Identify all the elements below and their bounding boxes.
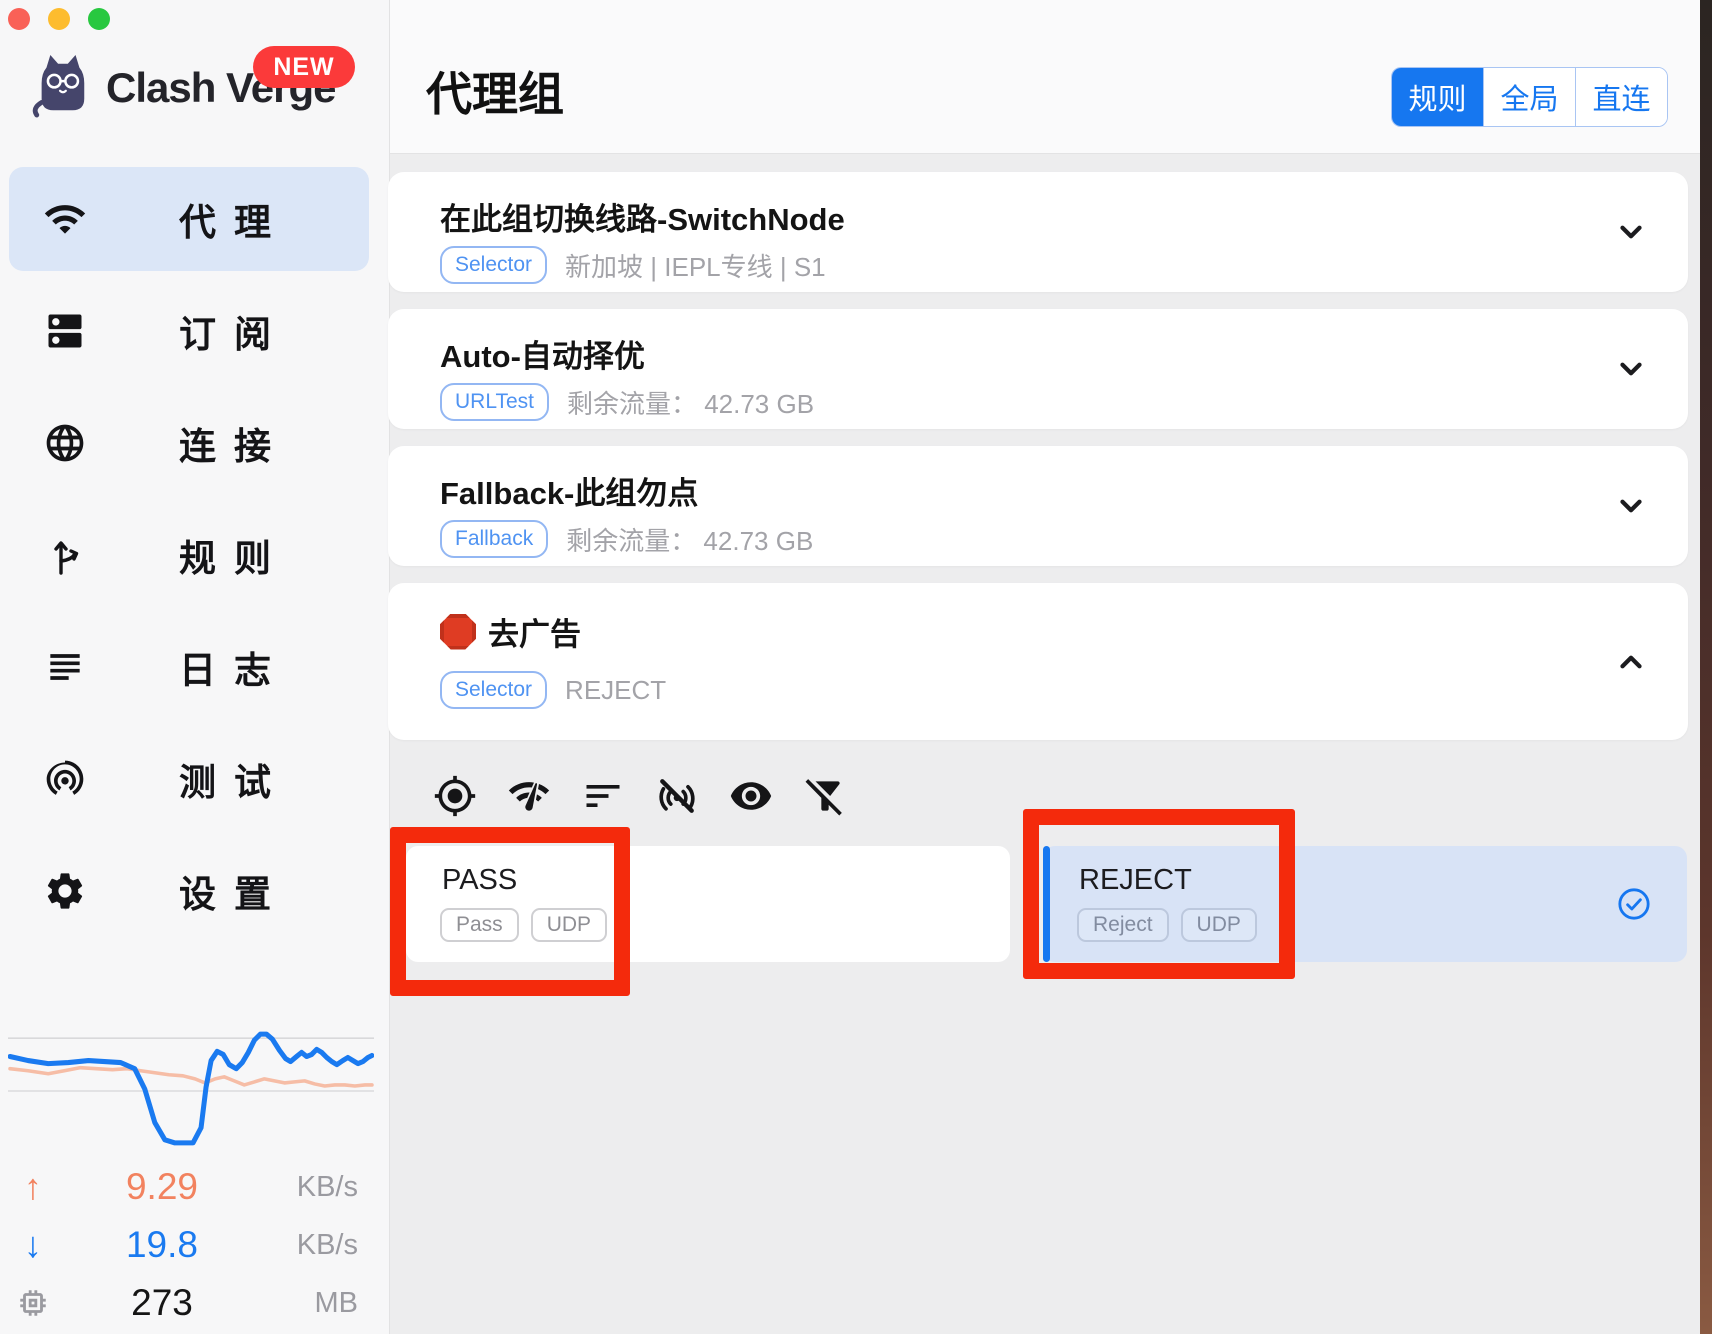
main-header: 代理组 规则 全局 直连 [390,0,1700,154]
minimize-window-button[interactable] [48,8,70,30]
sidebar-item-label: 日志 [179,640,289,694]
upload-unit: KB/s [272,1171,358,1204]
network-check-icon[interactable] [507,774,551,818]
group-type-badge: Selector [440,246,547,284]
group-title: 去广告 [440,609,581,654]
group-type-badge: Fallback [440,520,548,558]
group-current-node: REJECT [565,675,666,706]
clash-verge-window: Clash Verge NEW 代理 订阅 连接 [0,0,1712,1334]
proxy-group-card-expanded[interactable]: 去广告 Selector REJECT [388,583,1688,740]
traffic-graph [8,1026,374,1150]
sidebar-item-connections[interactable]: 连接 [9,391,369,495]
sidebar-item-settings[interactable]: 设置 [9,839,369,943]
sidebar-item-label: 测试 [179,752,289,806]
memory-stat-row[interactable]: 273 MB [0,1274,380,1332]
proxy-udp-chip: UDP [1181,908,1257,942]
tab-rule-mode[interactable]: 规则 [1392,68,1483,126]
download-arrow-icon: ↓ [14,1226,52,1264]
stop-sign-emoji [440,614,476,650]
check-circle-icon [1617,887,1651,921]
mode-tab-group: 规则 全局 直连 [1391,67,1668,127]
proxy-type-chip: Pass [440,908,519,942]
proxy-name: REJECT [1079,864,1192,897]
tab-global-mode[interactable]: 全局 [1483,68,1575,126]
proxy-group-card[interactable]: Auto-自动择优 URLTest 剩余流量： 42.73 GB [388,309,1688,429]
gear-icon [43,869,87,913]
sidebar-item-test[interactable]: 测试 [9,727,369,831]
group-current-node: 剩余流量： 42.73 GB [567,384,814,421]
proxy-group-card[interactable]: Fallback-此组勿点 Fallback 剩余流量： 42.73 GB [388,446,1688,566]
selected-accent-bar [1043,846,1050,962]
proxy-group-card[interactable]: 在此组切换线路-SwitchNode Selector 新加坡 | IEPL专线… [388,172,1688,292]
chevron-up-icon[interactable] [1614,645,1648,679]
download-value: 19.8 [52,1224,272,1266]
proxy-udp-chip: UDP [531,908,607,942]
group-current-node: 新加坡 | IEPL专线 | S1 [565,247,826,284]
zoom-window-button[interactable] [88,8,110,30]
sidebar-item-label: 代理 [179,192,289,246]
sort-icon[interactable] [581,774,625,818]
proxy-type-chip: Reject [1077,908,1169,942]
filter-off-icon[interactable] [803,774,847,818]
memory-chip-icon [14,1284,52,1322]
download-unit: KB/s [272,1229,358,1262]
sidebar-item-proxy[interactable]: 代理 [9,167,369,271]
proxy-chips: Reject UDP [1077,908,1257,942]
group-subtitle-row: Selector REJECT [440,671,666,709]
group-subtitle-row: Fallback 剩余流量： 42.73 GB [440,520,813,558]
locate-icon[interactable] [433,774,477,818]
globe-icon [43,421,87,465]
sidebar-item-rules[interactable]: 规则 [9,503,369,607]
sidebar-item-label: 订阅 [179,304,289,358]
group-toolbar [433,774,847,818]
proxy-chips: Pass UDP [440,908,607,942]
desktop-wallpaper-edge [1700,0,1712,1334]
group-subtitle-row: URLTest 剩余流量： 42.73 GB [440,383,814,421]
log-lines-icon [43,645,87,689]
group-title: Auto-自动择优 [440,331,645,376]
sidebar-item-label: 连接 [179,416,289,470]
wifi-tethering-off-icon[interactable] [655,774,699,818]
page-title: 代理组 [426,58,564,124]
close-window-button[interactable] [8,8,30,30]
cat-logo-icon [30,52,92,123]
sidebar-item-subscriptions[interactable]: 订阅 [9,279,369,383]
group-type-badge: URLTest [440,383,549,421]
proxy-item-pass[interactable]: PASS Pass UDP [406,846,1010,962]
memory-unit: MB [272,1287,358,1320]
sidebar-nav: 代理 订阅 连接 [9,167,369,951]
group-title: 在此组切换线路-SwitchNode [440,194,845,239]
new-badge: NEW [253,46,355,88]
chevron-down-icon[interactable] [1614,215,1648,249]
visibility-icon[interactable] [729,774,773,818]
group-title: Fallback-此组勿点 [440,468,698,513]
sidebar-item-label: 设置 [179,864,289,918]
fork-right-icon [43,533,87,577]
chevron-down-icon[interactable] [1614,352,1648,386]
group-current-node: 剩余流量： 42.73 GB [566,521,813,558]
sidebar-item-label: 规则 [179,528,289,582]
traffic-graph-svg [8,1026,374,1150]
proxy-item-reject[interactable]: REJECT Reject UDP [1043,846,1687,962]
upload-arrow-icon: ↑ [14,1168,52,1206]
download-stat-row: ↓ 19.8 KB/s [0,1216,380,1274]
chevron-down-icon[interactable] [1614,489,1648,523]
subscriptions-icon [43,309,87,353]
group-type-badge: Selector [440,671,547,709]
tab-direct-mode[interactable]: 直连 [1575,68,1667,126]
main-panel: 代理组 规则 全局 直连 在此组切换线路-SwitchNode Selector… [390,0,1700,1334]
wifi-icon [43,197,87,241]
traffic-stats: ↑ 9.29 KB/s ↓ 19.8 KB/s 273 MB [0,1158,380,1332]
sidebar: Clash Verge NEW 代理 订阅 连接 [0,0,390,1334]
proxy-name: PASS [442,864,517,897]
upload-stat-row: ↑ 9.29 KB/s [0,1158,380,1216]
sidebar-item-logs[interactable]: 日志 [9,615,369,719]
upload-value: 9.29 [52,1166,272,1208]
memory-value: 273 [52,1282,272,1324]
wifi-tethering-icon [43,757,87,801]
group-title-text: 去广告 [488,609,581,654]
group-subtitle-row: Selector 新加坡 | IEPL专线 | S1 [440,246,826,284]
macos-traffic-lights [8,8,110,30]
